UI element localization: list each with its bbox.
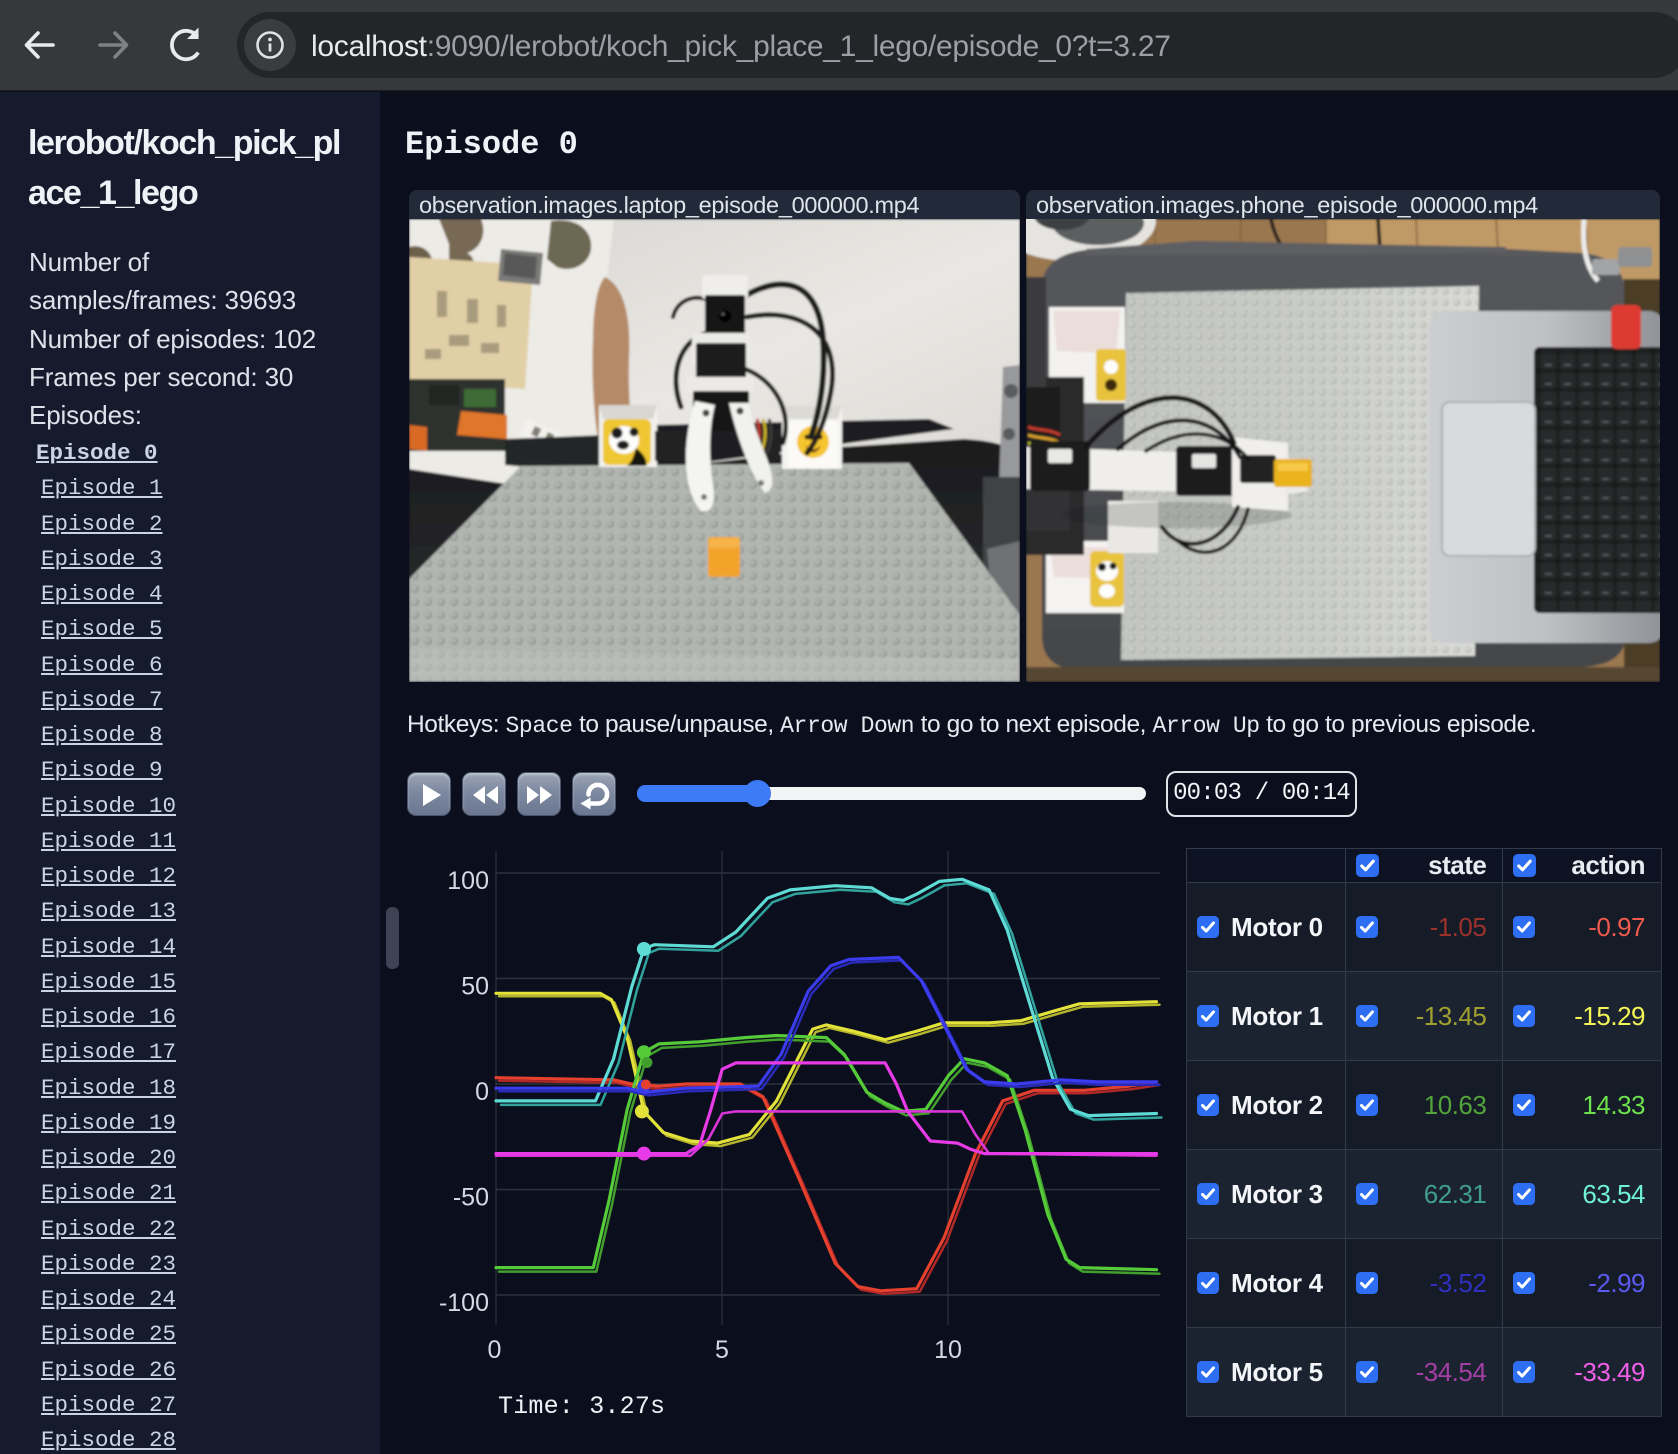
svg-text:50: 50 [461, 973, 489, 1001]
svg-text:-50: -50 [453, 1184, 489, 1212]
svg-text:100: 100 [447, 867, 489, 895]
svg-text:-100: -100 [439, 1289, 489, 1317]
svg-text:10: 10 [934, 1336, 962, 1364]
svg-text:5: 5 [715, 1336, 729, 1364]
svg-text:0: 0 [488, 1336, 502, 1364]
svg-text:0: 0 [475, 1078, 489, 1106]
